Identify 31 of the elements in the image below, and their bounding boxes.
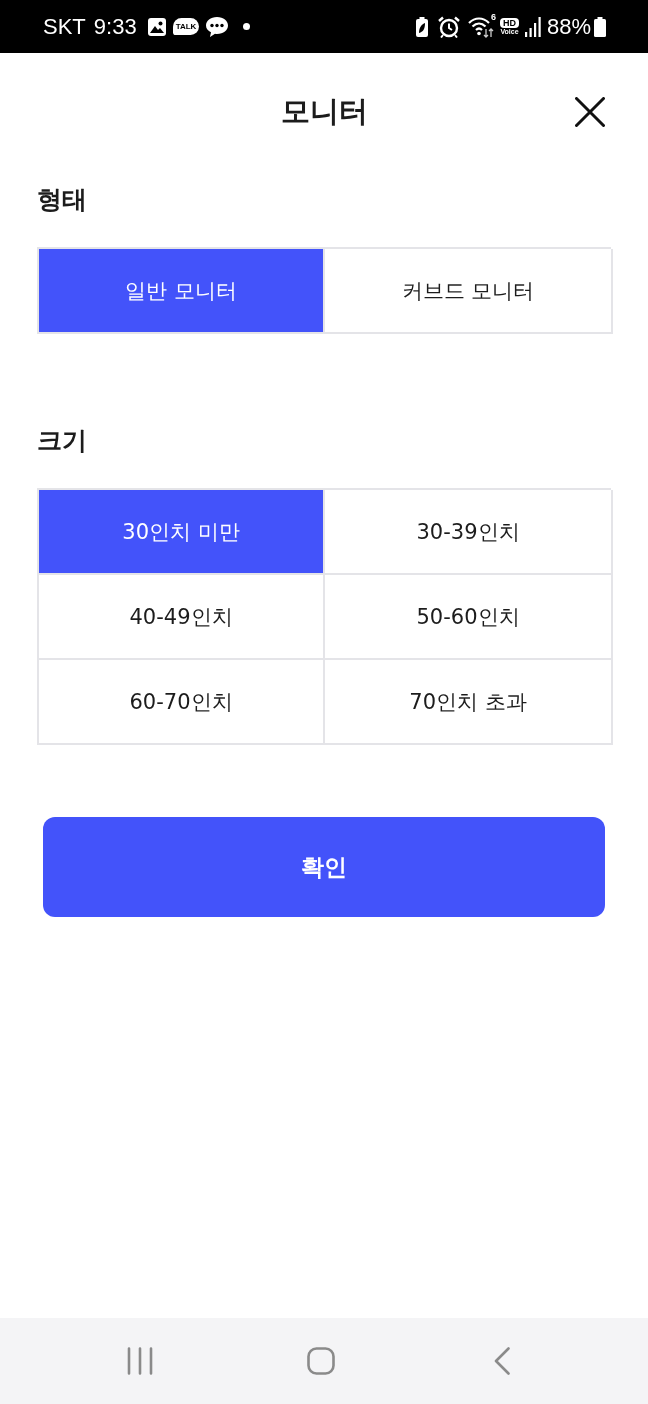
battery-icon: [594, 16, 606, 37]
confirm-button[interactable]: 확인: [43, 817, 605, 917]
close-button[interactable]: [575, 97, 605, 127]
home-icon: [307, 1347, 335, 1375]
close-icon: [575, 97, 605, 127]
leaf-battery-icon: [415, 16, 428, 37]
alarm-clock-icon: [437, 15, 460, 38]
option-button[interactable]: 70인치 초과: [325, 660, 613, 745]
wifi-icon: [467, 15, 494, 38]
option-button[interactable]: 30-39인치: [325, 490, 613, 575]
back-icon: [494, 1347, 510, 1375]
notification-dot-icon: [243, 23, 251, 30]
option-button[interactable]: 30인치 미만: [39, 490, 325, 575]
option-button[interactable]: 커브드 모니터: [325, 249, 613, 334]
recent-apps-icon: [126, 1347, 154, 1375]
signal-bars-icon: [524, 16, 541, 37]
clock-time: 9:33: [93, 14, 137, 39]
screen-title: 모니터: [280, 93, 368, 129]
option-button[interactable]: 50-60인치: [325, 575, 613, 660]
option-button[interactable]: 60-70인치: [39, 660, 325, 745]
battery-percent: 88%: [546, 14, 591, 39]
gallery-icon: [146, 16, 167, 37]
wifi-band-label: 6: [490, 11, 496, 22]
section-title: 크기: [37, 425, 87, 457]
option-button[interactable]: 40-49인치: [39, 575, 325, 660]
chat-bubble-icon: [205, 15, 230, 38]
section-title: 형태: [37, 184, 87, 216]
hd-label: HD: [499, 17, 519, 28]
talk-bubble: TALK: [172, 18, 200, 35]
option-button[interactable]: 일반 모니터: [39, 249, 325, 334]
carrier-name: SKT: [43, 14, 86, 39]
